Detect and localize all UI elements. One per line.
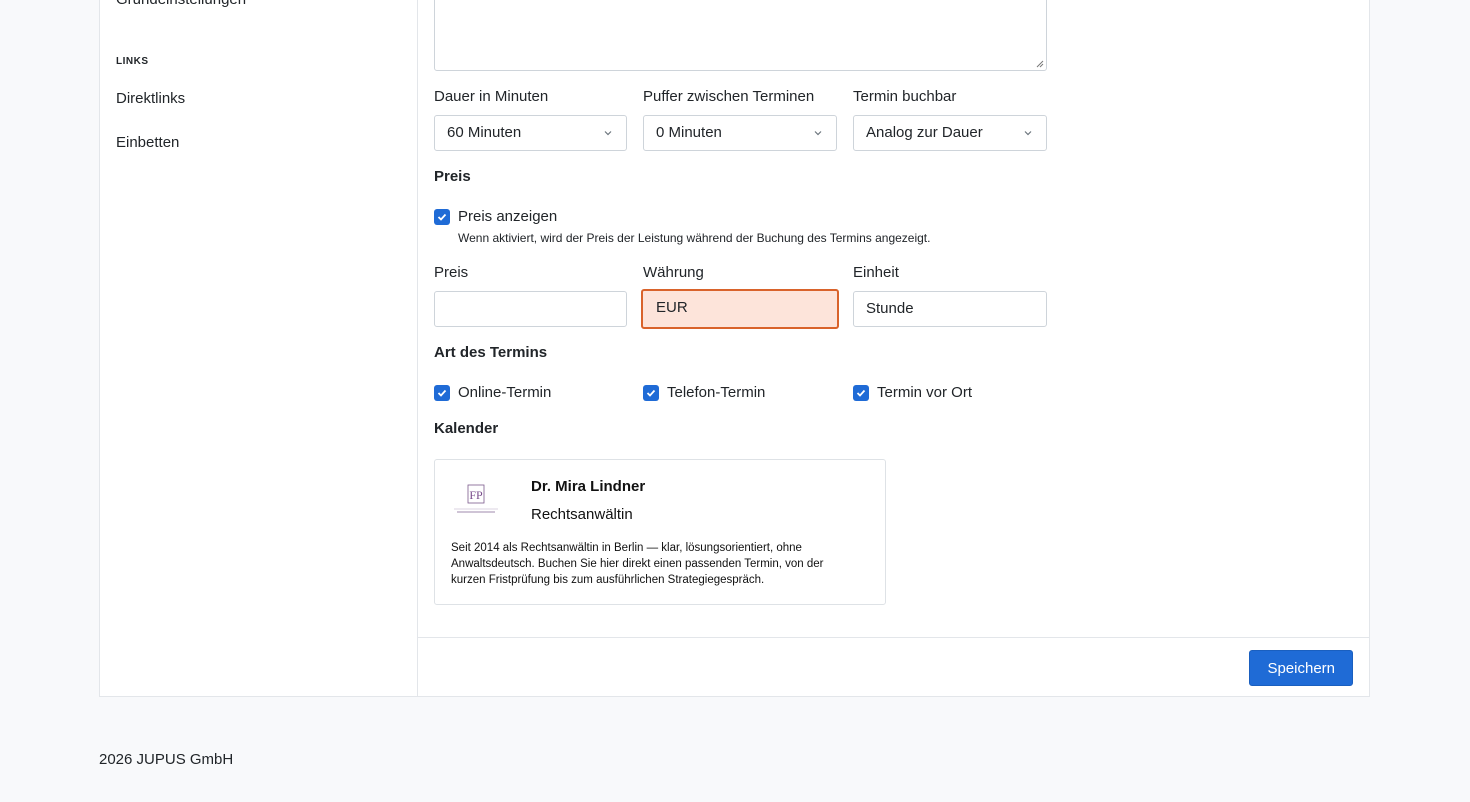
price-label: Preis (434, 264, 469, 281)
show-price-label[interactable]: Preis anzeigen (458, 208, 557, 225)
bookable-value: Analog zur Dauer (866, 124, 983, 141)
profile-bio: Seit 2014 als Rechtsanwältin in Berlin —… (451, 542, 824, 586)
description-textarea[interactable] (434, 0, 1047, 71)
price-section-title: Preis (434, 168, 471, 185)
sidebar-heading-links: LINKS (116, 56, 149, 67)
checkmark-icon (646, 389, 656, 397)
chevron-down-icon (814, 131, 822, 136)
main-content: Dauer in Minuten Puffer zwischen Termine… (418, 0, 1369, 696)
sidebar: Grundeinstellungen LINKS Direktlinks Ein… (100, 0, 418, 696)
appointment-type-title: Art des Termins (434, 344, 548, 361)
bookable-select[interactable]: Analog zur Dauer (853, 115, 1047, 151)
duration-value: 60 Minuten (447, 124, 522, 141)
sidebar-item-grundeinstellungen[interactable]: Grundeinstellungen (116, 0, 246, 8)
buffer-value: 0 Minuten (656, 124, 722, 141)
logo-monogram: FP (469, 488, 483, 502)
unit-input[interactable]: Stunde (853, 291, 1047, 327)
checkmark-icon (437, 389, 447, 397)
bookable-label: Termin buchbar (853, 88, 957, 105)
onsite-label[interactable]: Termin vor Ort (877, 384, 972, 401)
law-firm-logo-icon: FP (454, 484, 498, 513)
currency-input[interactable]: EUR (641, 289, 839, 329)
sidebar-item-direktlinks[interactable]: Direktlinks (116, 90, 185, 107)
profile-name: Dr. Mira Lindner (531, 478, 646, 495)
profile-role: Rechtsanwältin (531, 506, 633, 523)
chevron-down-icon (604, 131, 612, 136)
checkmark-icon (856, 389, 866, 397)
price-input[interactable] (434, 291, 627, 327)
footer-copyright: 2026 JUPUS GmbH (99, 751, 234, 768)
checkmark-icon (437, 213, 447, 221)
profile-logo: FP (451, 478, 501, 518)
show-price-checkbox[interactable] (434, 209, 450, 225)
sidebar-item-einbetten[interactable]: Einbetten (116, 134, 179, 151)
phone-label[interactable]: Telefon-Termin (667, 384, 765, 401)
save-button[interactable]: Speichern (1249, 650, 1353, 686)
online-checkbox[interactable] (434, 385, 450, 401)
duration-label: Dauer in Minuten (434, 88, 549, 105)
profile-card[interactable]: FP Dr. Mira Lindner Rechtsanwältin Seit … (434, 459, 886, 605)
form-footer-divider (418, 637, 1369, 638)
buffer-label: Puffer zwischen Terminen (643, 88, 815, 105)
buffer-select[interactable]: 0 Minuten (643, 115, 837, 151)
unit-label: Einheit (853, 264, 899, 281)
online-label[interactable]: Online-Termin (458, 384, 551, 401)
onsite-checkbox[interactable] (853, 385, 869, 401)
show-price-hint: Wenn aktiviert, wird der Preis der Leist… (458, 231, 931, 245)
chevron-down-icon (1024, 131, 1032, 136)
calendar-section-title: Kalender (434, 420, 499, 437)
currency-label: Währung (643, 264, 704, 281)
duration-select[interactable]: 60 Minuten (434, 115, 627, 151)
phone-checkbox[interactable] (643, 385, 659, 401)
settings-card: Grundeinstellungen LINKS Direktlinks Ein… (99, 0, 1370, 697)
resize-grip-icon[interactable] (1036, 60, 1044, 68)
